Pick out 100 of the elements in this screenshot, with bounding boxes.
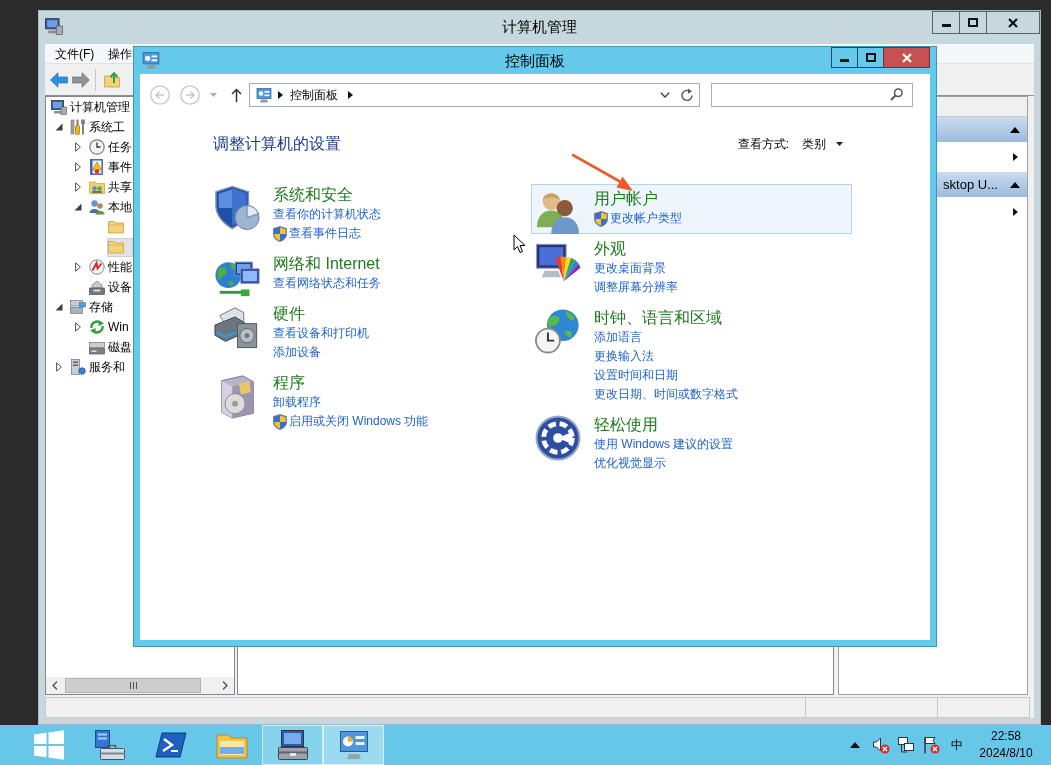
category-link[interactable]: 系统和安全 <box>273 185 353 205</box>
network-icon[interactable] <box>897 736 915 754</box>
tree-item[interactable]: 设备 <box>88 277 134 297</box>
close-button[interactable] <box>883 47 930 68</box>
tree-item[interactable]: 磁盘 <box>88 337 134 357</box>
flag-x-icon[interactable] <box>922 736 940 754</box>
task-link[interactable]: 使用 Windows 建议的设置 <box>594 435 734 454</box>
task-link[interactable]: 更换输入法 <box>594 347 654 366</box>
folder-icon <box>108 239 124 255</box>
category-link[interactable]: 轻松使用 <box>594 415 658 435</box>
minimize-button[interactable] <box>831 47 858 68</box>
category-link[interactable]: 硬件 <box>273 304 305 324</box>
filled-triangle-icon[interactable] <box>55 303 63 311</box>
speaker-muted-icon[interactable] <box>872 736 890 754</box>
maximize-icon <box>865 53 876 62</box>
task-link[interactable]: 查看设备和打印机 <box>273 324 369 343</box>
shield-icon <box>594 210 608 227</box>
task-link[interactable]: 调整屏幕分辨率 <box>594 278 678 297</box>
close-button[interactable] <box>986 11 1040 34</box>
window-title: 计算机管理 <box>502 17 577 37</box>
outline-triangle-icon[interactable] <box>75 162 81 172</box>
task-link[interactable]: 更改日期、时间或数字格式 <box>594 385 738 404</box>
filled-triangle-icon[interactable] <box>55 123 63 131</box>
tree-item[interactable]: 系统工 <box>69 117 127 137</box>
outline-triangle-icon[interactable] <box>75 262 81 272</box>
right-triangle-icon[interactable] <box>278 90 283 99</box>
tree-item[interactable]: 性能 <box>88 257 134 277</box>
folder-icon <box>108 219 124 235</box>
outline-triangle-icon[interactable] <box>75 182 81 192</box>
category-link[interactable]: 用户帐户 <box>594 189 658 209</box>
storage-icon <box>70 299 86 315</box>
minimize-button[interactable] <box>932 11 960 34</box>
taskbar-button[interactable] <box>323 725 384 765</box>
scrollbar-thumb[interactable] <box>65 678 201 693</box>
taskbar-button[interactable] <box>262 725 323 765</box>
taskbar-clock[interactable]: 22:58 2024/8/10 <box>975 728 1037 762</box>
mouse-pointer-icon <box>513 234 526 254</box>
window-title: 控制面板 <box>505 51 565 71</box>
folder-up-icon[interactable] <box>104 71 120 88</box>
tree-item[interactable]: 共享 <box>88 177 134 197</box>
task-link[interactable]: 卸载程序 <box>273 393 321 412</box>
breadcrumb-item[interactable]: 控制面板 <box>290 85 338 104</box>
maximize-button[interactable] <box>959 11 987 34</box>
computer-toolbox-icon <box>276 729 309 761</box>
tree-item[interactable]: 计算机管理 <box>50 97 132 117</box>
outline-triangle-icon[interactable] <box>56 362 62 372</box>
filled-triangle-icon[interactable] <box>74 203 82 211</box>
server-toolbox-icon <box>93 729 126 761</box>
task-link[interactable]: 更改帐户类型 <box>594 209 682 228</box>
gauge-icon <box>89 259 105 275</box>
up-triangle-icon[interactable] <box>1010 181 1020 188</box>
tree-item[interactable]: 本地 <box>88 197 134 217</box>
tree-item[interactable]: Win <box>88 317 131 337</box>
category-link[interactable]: 程序 <box>273 373 305 393</box>
start-logo-icon <box>32 729 65 761</box>
horizontal-scrollbar[interactable] <box>46 677 234 694</box>
search-field[interactable] <box>711 82 913 107</box>
view-by-label: 查看方式: <box>737 136 789 153</box>
left-arrow-icon[interactable] <box>50 71 68 88</box>
input-method-indicator[interactable]: 中 <box>951 737 963 753</box>
task-link[interactable]: 启用或关闭 Windows 功能 <box>273 412 429 431</box>
circular-arrows-icon <box>89 319 105 335</box>
caret-up-icon[interactable] <box>850 742 860 748</box>
category-link[interactable]: 外观 <box>594 239 626 259</box>
outline-triangle-icon[interactable] <box>75 322 81 332</box>
task-link[interactable]: 添加语言 <box>594 328 642 347</box>
tree-item[interactable]: 存储 <box>69 297 115 317</box>
tree-item[interactable]: 事件 <box>88 157 134 177</box>
right-triangle-icon[interactable] <box>348 90 353 99</box>
grip-icon <box>129 682 137 689</box>
task-link[interactable]: 设置时间和日期 <box>594 366 678 385</box>
address-bar[interactable]: 控制面板 <box>249 82 700 107</box>
category-link[interactable]: 网络和 Internet <box>273 254 380 274</box>
menu-item[interactable]: 文件(F) <box>55 44 95 63</box>
outline-triangle-icon[interactable] <box>75 142 81 152</box>
computer-icon <box>45 17 63 35</box>
task-link[interactable]: 更改桌面背景 <box>594 259 666 278</box>
up-triangle-icon[interactable] <box>1010 126 1020 133</box>
task-link[interactable]: 查看你的计算机状态 <box>273 205 381 224</box>
task-link[interactable]: 查看网络状态和任务 <box>273 274 381 293</box>
section-header[interactable]: sktop U... <box>937 172 1027 197</box>
tools-icon <box>70 119 86 135</box>
tree-item[interactable]: 服务和 <box>69 357 127 377</box>
maximize-icon <box>968 18 978 27</box>
shield-pie-icon <box>214 185 260 231</box>
shield-icon <box>273 413 287 430</box>
down-triangle-icon <box>209 92 217 97</box>
task-link[interactable]: 查看事件日志 <box>273 224 361 243</box>
view-by-dropdown[interactable]: 类别 <box>802 135 843 153</box>
menu-item[interactable]: 操作 <box>108 44 133 63</box>
search-icon <box>890 88 903 101</box>
printer-icon <box>89 279 105 295</box>
globe-clock-icon <box>535 308 581 354</box>
minimize-icon <box>941 24 951 27</box>
task-link[interactable]: 优化视觉显示 <box>594 454 666 473</box>
tree-item[interactable]: 任务 <box>88 137 134 157</box>
category-link[interactable]: 时钟、语言和区域 <box>594 308 722 328</box>
task-link[interactable]: 添加设备 <box>273 343 321 362</box>
right-arrow-icon[interactable] <box>72 71 90 88</box>
shield-icon <box>273 225 287 242</box>
